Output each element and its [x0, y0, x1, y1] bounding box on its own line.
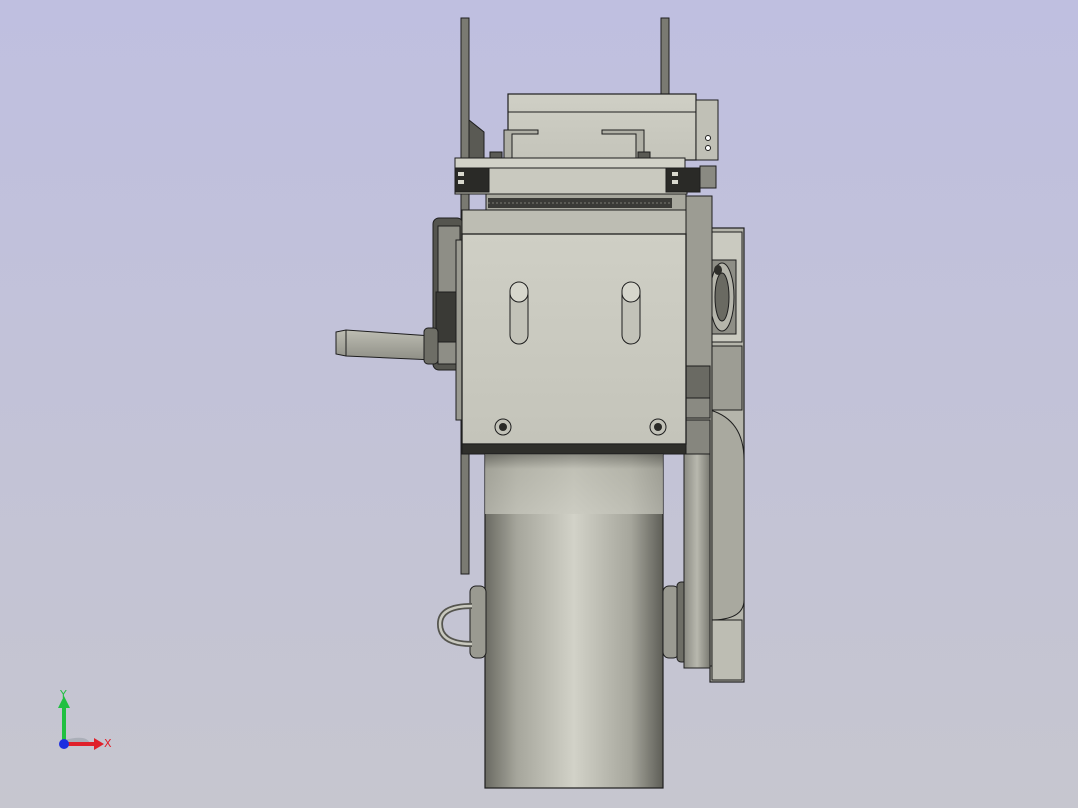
x-axis-label: X: [104, 737, 112, 750]
top-cap-box[interactable]: [489, 93, 719, 161]
viewport-canvas[interactable]: [0, 0, 1078, 808]
right-lower-bracket[interactable]: [683, 453, 711, 669]
axis-triad: Y X: [58, 688, 112, 750]
z-axis-dot-icon: [59, 739, 69, 749]
3d-viewport[interactable]: Y X: [0, 0, 1078, 808]
right-side-frame[interactable]: [707, 227, 745, 683]
main-front-housing[interactable]: [461, 209, 687, 455]
y-axis-label: Y: [59, 688, 67, 701]
